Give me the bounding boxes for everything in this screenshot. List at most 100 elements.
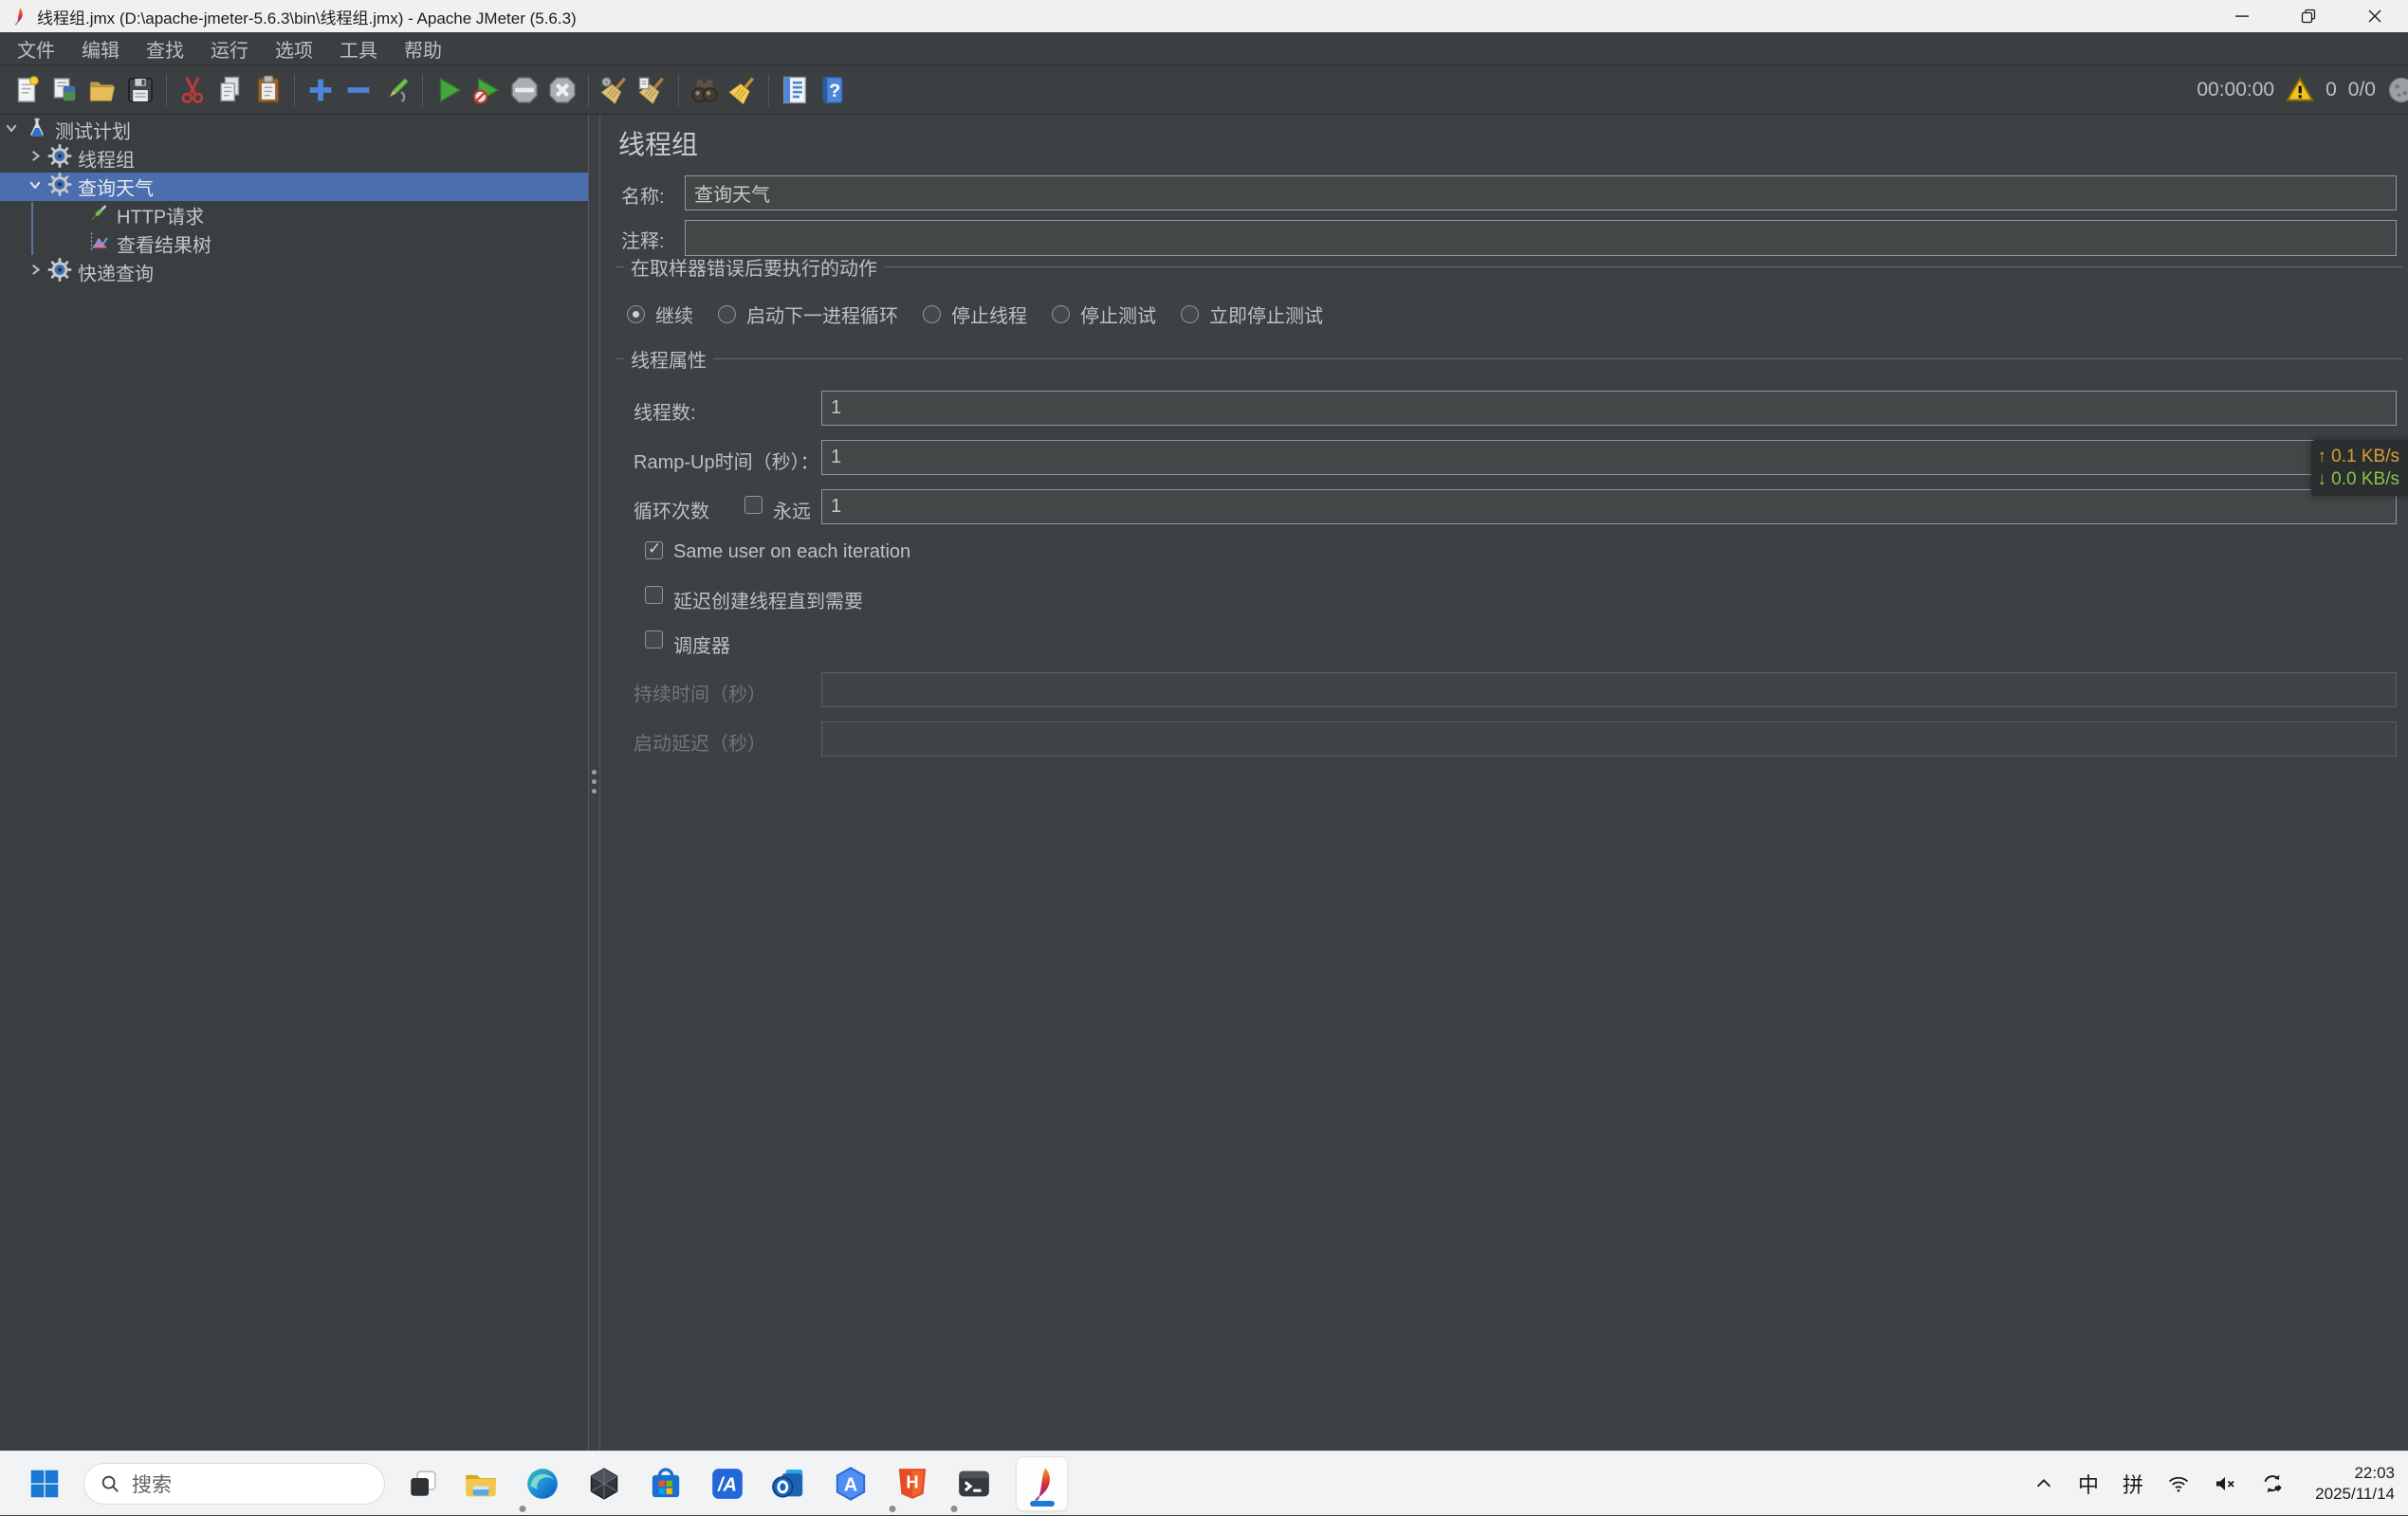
cut-icon[interactable]: [174, 70, 211, 110]
upload-speed: ↑ 0.1 KB/s: [2317, 447, 2399, 467]
toolbar-separator: [768, 74, 769, 106]
comment-input[interactable]: [685, 220, 2397, 256]
svg-text:?: ?: [829, 81, 840, 101]
radio-stop-test[interactable]: 停止测试: [1052, 301, 1156, 328]
radio-icon[interactable]: [1181, 305, 1199, 323]
chevron-down-icon[interactable]: [5, 121, 18, 139]
clear-all-icon[interactable]: [634, 70, 671, 110]
chevron-right-icon[interactable]: [28, 264, 42, 282]
thread-group-editor: 线程组 名称: 注释: 在取样器错误后要执行的动作 继续 启动下一进程循环 停止…: [600, 115, 2408, 1451]
hidden-icons-chevron[interactable]: [2033, 1473, 2054, 1494]
wifi-icon[interactable]: [2167, 1472, 2190, 1495]
edge-browser-icon[interactable]: [523, 1457, 562, 1510]
rampup-input[interactable]: [821, 440, 2397, 475]
task-view-button[interactable]: [406, 1467, 440, 1501]
function-helper-icon[interactable]: [776, 70, 814, 110]
taskbar-search[interactable]: 搜索: [83, 1463, 385, 1505]
close-button[interactable]: [2342, 0, 2408, 32]
svg-text:A: A: [844, 1475, 857, 1496]
radio-icon[interactable]: [923, 305, 941, 323]
toolbar-status: 00:00:00 0 0/0: [2197, 65, 2402, 115]
templates-icon[interactable]: [46, 70, 83, 110]
search-reset-icon[interactable]: [724, 70, 762, 110]
minimize-button[interactable]: [2209, 0, 2275, 32]
jmeter-taskbar-active[interactable]: [1016, 1456, 1068, 1511]
scheduler-checkbox[interactable]: [645, 630, 663, 648]
microsoft-store-icon[interactable]: [646, 1457, 686, 1510]
tree-item-http-request[interactable]: HTTP请求: [0, 201, 588, 229]
radio-stop-thread[interactable]: 停止线程: [923, 301, 1027, 328]
startup-delay-input: [821, 721, 2397, 757]
window-title: 线程组.jmx (D:\apache-jmeter-5.6.3\bin\线程组.…: [37, 5, 577, 28]
radio-icon[interactable]: [718, 305, 736, 323]
save-icon[interactable]: [121, 70, 159, 110]
stop-icon[interactable]: [505, 70, 543, 110]
delay-thread-creation-label: 延迟创建线程直到需要: [673, 586, 863, 613]
ime-language-indicator[interactable]: 中: [2078, 1469, 2099, 1499]
open-file-icon[interactable]: [83, 70, 121, 110]
thread-group-gear-icon: [47, 258, 72, 287]
splitter-drag-handle-icon[interactable]: [592, 770, 597, 794]
shutdown-icon[interactable]: [543, 70, 581, 110]
log-warning-icon[interactable]: [2286, 76, 2314, 104]
start-button[interactable]: [27, 1466, 63, 1502]
radio-selected-icon[interactable]: [627, 305, 645, 323]
file-explorer-icon[interactable]: [461, 1457, 501, 1510]
sync-heart-icon[interactable]: [2260, 1471, 2285, 1496]
threads-input[interactable]: [821, 391, 2397, 426]
ime-pinyin-indicator[interactable]: 拼: [2123, 1469, 2143, 1499]
copy-icon[interactable]: [211, 70, 249, 110]
radio-start-next-loop[interactable]: 启动下一进程循环: [718, 301, 898, 328]
start-no-pauses-icon[interactable]: [468, 70, 505, 110]
outlook-icon[interactable]: [769, 1457, 809, 1510]
terminal-icon[interactable]: [954, 1457, 994, 1510]
loop-count-input[interactable]: [821, 489, 2397, 524]
menu-file[interactable]: 文件: [4, 35, 68, 63]
same-user-checkbox[interactable]: [645, 541, 663, 559]
expand-all-icon[interactable]: [302, 70, 340, 110]
a-slash-app-icon[interactable]: /A: [708, 1457, 747, 1510]
tree-item-express-query[interactable]: 快递查询: [0, 258, 588, 286]
radio-continue[interactable]: 继续: [627, 301, 693, 328]
thread-group-gear-icon: [47, 144, 72, 174]
tree-item-query-weather[interactable]: 查询天气: [0, 173, 588, 201]
tree-item-test-plan[interactable]: 测试计划: [0, 116, 588, 144]
chevron-down-icon[interactable]: [28, 178, 42, 196]
scheduler-label: 调度器: [673, 630, 730, 658]
delay-thread-creation-checkbox[interactable]: [645, 586, 663, 604]
taskbar-clock[interactable]: 22:03 2025/11/14: [2315, 1463, 2395, 1505]
menu-help[interactable]: 帮助: [391, 35, 455, 63]
name-input[interactable]: [685, 175, 2397, 210]
chevron-right-icon[interactable]: [28, 150, 42, 168]
collapse-all-icon[interactable]: [340, 70, 377, 110]
windows-taskbar: 搜索 /A A H: [0, 1451, 2408, 1515]
radio-stop-test-now[interactable]: 立即停止测试: [1181, 301, 1323, 328]
toggle-icon[interactable]: [377, 70, 415, 110]
volume-muted-icon[interactable]: [2214, 1472, 2236, 1495]
menu-search[interactable]: 查找: [133, 35, 197, 63]
new-file-icon[interactable]: [8, 70, 46, 110]
toolbar-separator: [588, 74, 589, 106]
menu-options[interactable]: 选项: [262, 35, 326, 63]
paste-icon[interactable]: [249, 70, 287, 110]
help-icon[interactable]: ?: [814, 70, 852, 110]
maximize-button[interactable]: [2275, 0, 2342, 32]
menu-tools[interactable]: 工具: [326, 35, 391, 63]
tree-item-thread-group[interactable]: 线程组: [0, 144, 588, 173]
dark-gem-app-icon[interactable]: [584, 1457, 624, 1510]
clear-icon[interactable]: [596, 70, 634, 110]
hex-a-app-icon[interactable]: A: [831, 1457, 871, 1510]
search-icon[interactable]: [686, 70, 724, 110]
duration-input: [821, 672, 2397, 707]
html5-app-icon[interactable]: H: [892, 1457, 932, 1510]
radio-icon[interactable]: [1052, 305, 1070, 323]
start-icon[interactable]: [430, 70, 468, 110]
panel-splitter[interactable]: [588, 115, 589, 1451]
loop-forever-checkbox[interactable]: [744, 496, 763, 514]
menu-edit[interactable]: 编辑: [68, 35, 133, 63]
menu-run[interactable]: 运行: [197, 35, 262, 63]
tree-item-view-results-tree[interactable]: 查看结果树: [0, 229, 588, 258]
toolbar-separator: [166, 74, 167, 106]
system-tray: 中 拼: [2033, 1452, 2285, 1516]
test-plan-flask-icon: [26, 117, 48, 144]
